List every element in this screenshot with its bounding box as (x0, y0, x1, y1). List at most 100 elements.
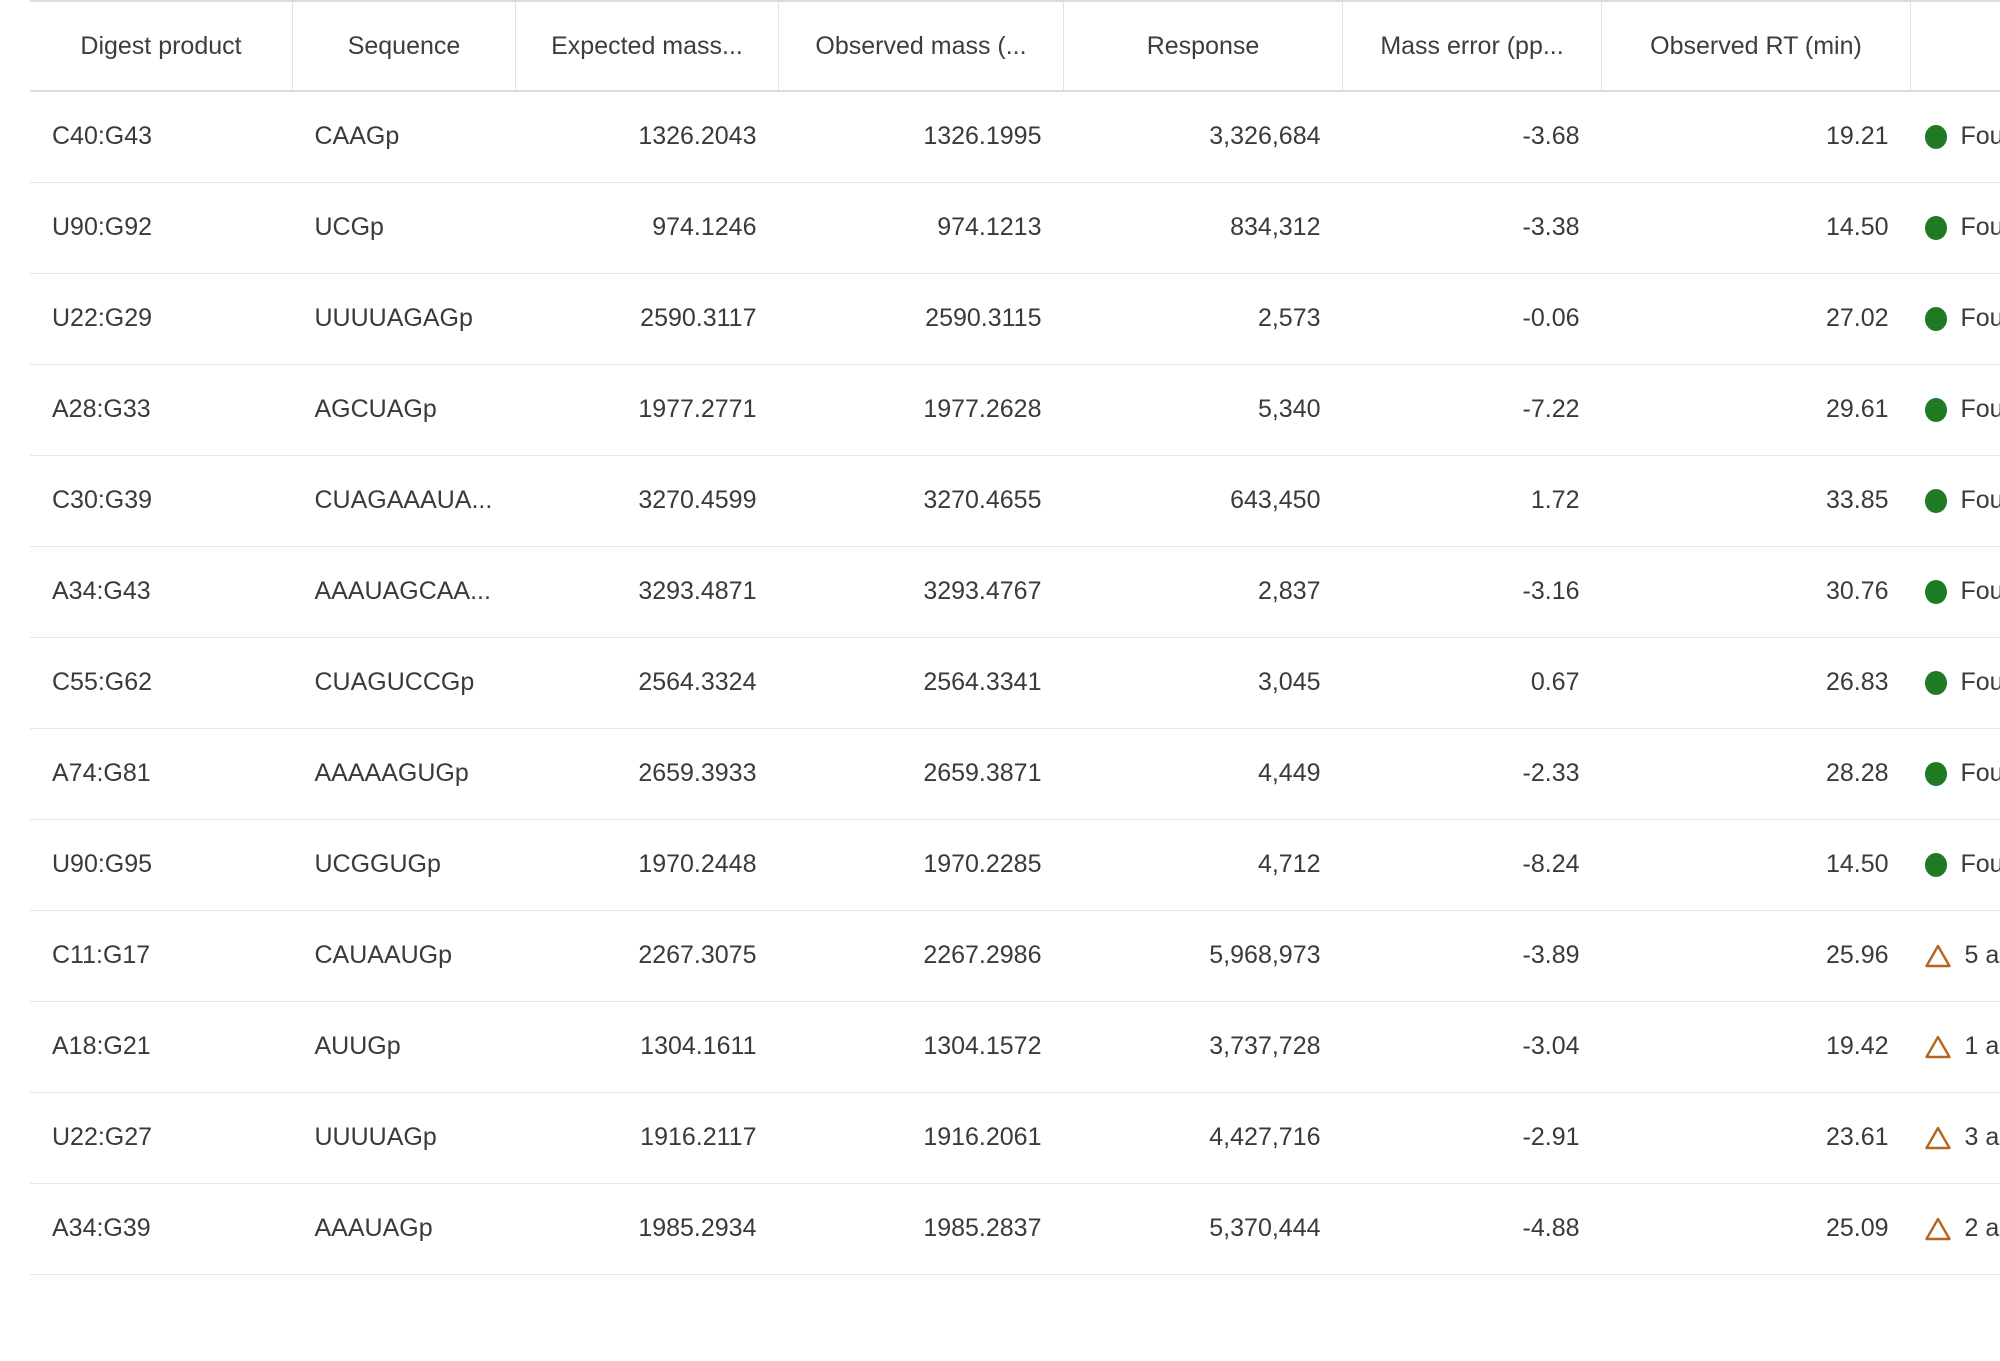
table-row[interactable]: A34:G39 AAAUAGp 1985.2934 1985.2837 5,370,44… (30, 1183, 2000, 1275)
table-row[interactable]: U22:G29 UUUUAGAGp 2590.3117 2590.3115 2,573 -… (30, 273, 2000, 365)
cell-digest-product-value: U90:G92 (52, 213, 153, 241)
green-dot-icon (1924, 306, 1947, 331)
cell-sequence: UUUUAGp (292, 1092, 516, 1184)
column-header-digest-product[interactable]: Digest product (30, 0, 293, 92)
cell-details[interactable]: Found (1910, 728, 2000, 820)
green-dot-icon (1924, 852, 1947, 877)
cell-response: 4,449 (1063, 728, 1343, 820)
cell-observed-mass: 2267.2986 (778, 910, 1064, 1002)
cell-response: 2,573 (1063, 273, 1343, 365)
cell-observed-mass: 2564.3341 (778, 637, 1064, 729)
cell-expected-mass: 1985.2934 (515, 1183, 779, 1275)
cell-details[interactable]: 3 alternative peaks (1910, 1092, 2000, 1184)
cell-expected-mass: 1304.1611 (515, 1001, 779, 1093)
cell-response: 4,712 (1063, 819, 1343, 911)
cell-details[interactable]: Found (1910, 182, 2000, 274)
cell-observed-rt: 26.83 (1601, 637, 1911, 729)
column-header-mass-error[interactable]: Mass error (pp... (1342, 0, 1602, 92)
table-row[interactable]: A18:G21 AUUGp 1304.1611 1304.1572 3,737,728 -… (30, 1001, 2000, 1093)
cell-sequence-value: AUUGp (314, 1032, 401, 1060)
cell-observed-mass-value: 2590.3115 (925, 304, 1042, 332)
cell-expected-mass: 3270.4599 (515, 455, 779, 547)
cell-digest-product: C11:G17 (30, 910, 293, 1002)
cell-details[interactable]: Found (1910, 455, 2000, 547)
cell-observed-mass-value: 974.1213 (937, 213, 1042, 241)
cell-sequence: UUUUAGAGp (292, 273, 516, 365)
column-header-label: Sequence (347, 31, 461, 60)
cell-details[interactable]: Found (1910, 546, 2000, 638)
table-row[interactable]: A74:G81 AAAAAGUGp 2659.3933 2659.3871 4,449 -… (30, 728, 2000, 820)
cell-response-value: 5,340 (1257, 395, 1321, 423)
cell-details[interactable]: Found (1910, 819, 2000, 911)
cell-response: 3,326,684 (1063, 91, 1343, 183)
details-label: Found (1960, 577, 2000, 605)
cell-observed-rt-value: 25.96 (1825, 941, 1889, 969)
column-header-label: Observed RT (min) (1650, 31, 1862, 60)
cell-observed-rt: 14.50 (1601, 182, 1911, 274)
cell-details[interactable]: Found (1910, 91, 2000, 183)
cell-mass-error: -7.22 (1342, 364, 1602, 456)
cell-details[interactable]: Found (1910, 637, 2000, 729)
column-header-expected-mass[interactable]: Expected mass... (515, 0, 779, 92)
cell-observed-mass-value: 1326.1995 (923, 122, 1042, 151)
warning-triangle-icon (1924, 1035, 1951, 1059)
column-header-sequence[interactable]: Sequence (292, 0, 516, 92)
cell-sequence-value: UUUUAGp (314, 1123, 437, 1151)
cell-digest-product-value: C40:G43 (52, 122, 153, 151)
status-badge: 5 alternative peaks (1924, 941, 2000, 969)
details-label: Found (1960, 122, 2000, 151)
cell-digest-product-value: U22:G29 (52, 304, 153, 332)
column-header-observed-mass[interactable]: Observed mass (... (778, 0, 1064, 92)
details-label: 3 alternative peaks (1964, 1123, 2000, 1151)
table-row[interactable]: U90:G95 UCGGUGp 1970.2448 1970.2285 4,712 -8.… (30, 819, 2000, 911)
cell-observed-rt: 23.61 (1601, 1092, 1911, 1184)
cell-mass-error: -3.04 (1342, 1001, 1602, 1093)
cell-observed-mass-value: 2564.3341 (923, 668, 1042, 696)
table-row[interactable]: C11:G17 CAUAAUGp 2267.3075 2267.2986 5,968,9… (30, 910, 2000, 1002)
cell-response: 5,340 (1063, 364, 1343, 456)
cell-details[interactable]: 2 alternative peaks (1910, 1183, 2000, 1275)
column-header-details[interactable]: Details (1910, 0, 2000, 92)
cell-expected-mass-value: 1970.2448 (638, 850, 757, 878)
column-header-label: Digest product (80, 31, 242, 60)
cell-observed-rt: 27.02 (1601, 273, 1911, 365)
cell-details[interactable]: 5 alternative peaks (1910, 910, 2000, 1002)
cell-mass-error: 1.72 (1342, 455, 1602, 547)
cell-digest-product: U90:G95 (30, 819, 293, 911)
cell-sequence-value: CUAGAAAUA... (314, 486, 493, 514)
cell-mass-error: -3.38 (1342, 182, 1602, 274)
cell-details[interactable]: Found (1910, 364, 2000, 456)
details-label: 5 alternative peaks (1964, 941, 2000, 969)
table-row[interactable]: A34:G43 AAAUAGCAA... 3293.4871 3293.4767 2,8… (30, 546, 2000, 638)
cell-details[interactable]: Found (1910, 273, 2000, 365)
cell-expected-mass: 2267.3075 (515, 910, 779, 1002)
cell-mass-error-value: -2.33 (1522, 759, 1580, 787)
cell-sequence: AGCUAGp (292, 364, 516, 456)
cell-expected-mass-value: 1985.2934 (638, 1214, 757, 1242)
cell-response-value: 3,045 (1257, 668, 1321, 696)
cell-expected-mass-value: 974.1246 (652, 213, 757, 241)
table-row[interactable]: U22:G27 UUUUAGp 1916.2117 1916.2061 4,427,71… (30, 1092, 2000, 1184)
status-badge: 3 alternative peaks (1924, 1123, 2000, 1151)
cell-response-value: 3,326,684 (1209, 122, 1321, 151)
status-badge: Found (1924, 852, 2000, 877)
cell-sequence: CUAGAAAUA... (292, 455, 516, 547)
table-row[interactable]: C30:G39 CUAGAAAUA... 3270.4599 3270.4655 643… (30, 455, 2000, 547)
column-header-response[interactable]: Response (1063, 0, 1343, 92)
cell-mass-error: -2.91 (1342, 1092, 1602, 1184)
column-header-observed-rt[interactable]: Observed RT (min) (1601, 0, 1911, 92)
table-row[interactable]: C55:G62 CUAGUCCGp 2564.3324 2564.3341 3,045 0… (30, 637, 2000, 729)
cell-observed-mass-value: 1916.2061 (923, 1123, 1042, 1151)
table-row[interactable]: A28:G33 AGCUAGp 1977.2771 1977.2628 5,340 -7.… (30, 364, 2000, 456)
cell-expected-mass-value: 2267.3075 (638, 941, 757, 969)
table-row[interactable]: C40:G43 CAAGp 1326.2043 1326.1995 3,326,684 -… (30, 91, 2000, 183)
cell-digest-product-value: C11:G17 (52, 941, 151, 969)
cell-observed-mass-value: 1985.2837 (923, 1214, 1042, 1242)
status-badge: Found (1924, 761, 2000, 786)
cell-digest-product-value: A28:G33 (52, 395, 151, 423)
cell-mass-error-value: -0.06 (1522, 304, 1580, 332)
table-row[interactable]: U90:G92 UCGp 974.1246 974.1213 834,312 -3.38 1… (30, 182, 2000, 274)
table-header: Digest product Sequence Expected mass...… (30, 0, 2000, 92)
status-badge: Found (1924, 488, 2000, 513)
cell-details[interactable]: 1 alternative peak (1910, 1001, 2000, 1093)
